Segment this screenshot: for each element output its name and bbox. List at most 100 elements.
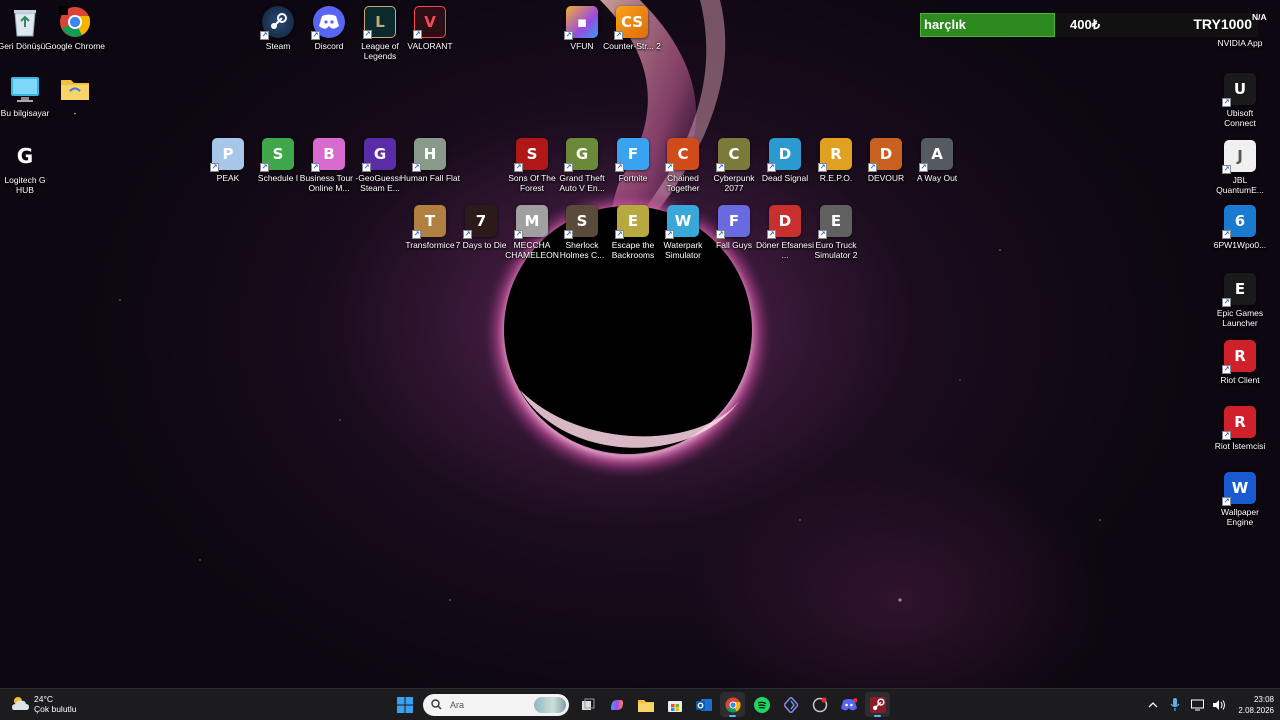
this-pc-icon [9,73,41,105]
edge-icon: 6 ↗ [1222,205,1256,239]
shortcut-arrow-icon: ↗ [311,163,320,172]
shortcut-arrow-icon: ↗ [514,163,523,172]
desktop-icon-jbl[interactable]: J ↗ JBL QuantumE... [1213,140,1267,195]
shortcut-arrow-icon: ↗ [362,163,371,172]
desktop-icon-google-chrome[interactable]: Google Chrome [45,6,105,51]
desktop-icon-geoguessr[interactable]: G ↗ GeoGuessr Steam E... [353,138,407,193]
desktop-icon-sherlock-holmes[interactable]: S ↗ Sherlock Holmes C... [555,205,609,260]
taskbar-search-box[interactable]: Ara [423,693,569,716]
desktop-icon-human-fall-flat[interactable]: H ↗ Human Fall Flat [400,138,460,183]
shortcut-arrow-icon: ↗ [514,230,523,239]
desktop-icon-repo[interactable]: R ↗ R.E.P.O. [809,138,863,183]
waterpark-simulator-icon: W ↗ [665,205,699,239]
network-button[interactable] [1190,698,1204,712]
desktop-icon-sons-of-the-forest[interactable]: S ↗ Sons Of The Forest [505,138,559,193]
desktop-icon-schedule-i[interactable]: S ↗ Schedule I [251,138,305,183]
desktop-icon-7-days-to-die[interactable]: 7 ↗ 7 Days to Die [454,205,508,250]
volume-button[interactable] [1212,698,1226,712]
show-hidden-icons-button[interactable] [1146,698,1160,712]
desktop-icon-peak[interactable]: P ↗ PEAK [201,138,255,183]
icon-label: A Way Out [916,173,958,183]
desktop-icon-euro-truck-simulator[interactable]: E ↗ Euro Truck Simulator 2 [809,205,863,260]
icon-label: Counter-Str... 2 [603,41,661,51]
copilot-button[interactable] [604,692,629,717]
desktop-icon-doner-efsanesi[interactable]: D ↗ Döner Efsanesi ... [756,205,814,260]
spotify-button[interactable] [749,692,774,717]
desktop-icon-riot-client[interactable]: R ↗ Riot İstemcisi [1213,406,1267,451]
chrome-icon [59,6,91,38]
desktop-icon-transformice[interactable]: T ↗ Transformice [403,205,457,250]
desktop-icon-fortnite[interactable]: F ↗ Fortnite [606,138,660,183]
icon-label: VALORANT [407,41,453,51]
desktop-icon-logitech-g-hub[interactable]: G Logitech G HUB [0,140,52,195]
icon-label: 6PW1Wpo0... [1213,240,1267,250]
file-explorer-icon [637,699,654,712]
desktop-icon-wallpaper-engine[interactable]: W ↗ Wallpaper Engine [1213,472,1267,527]
weather-widget[interactable]: 24°C Çok bulutlu [10,694,77,714]
store-button[interactable] [662,692,687,717]
desktop-icon-chained-together[interactable]: C ↗ Chained Together [656,138,710,193]
shortcut-arrow-icon: ↗ [564,163,573,172]
steam-icon [869,696,886,713]
outlook-button[interactable] [691,692,716,717]
desktop-icon-business-tour[interactable]: B ↗ Business Tour - Online M... [300,138,358,193]
7-days-to-die-icon: 7 ↗ [463,205,497,239]
euro-truck-simulator-icon: E ↗ [818,205,852,239]
sherlock-holmes-icon: S ↗ [564,205,598,239]
desktop-icon-steam[interactable]: ↗ Steam [251,6,305,51]
shortcut-arrow-icon: ↗ [767,230,776,239]
desktop-icon-meccha-chameleon[interactable]: M ↗ MECCHA CHAMELEON [505,205,559,260]
meccha-chameleon-icon: M ↗ [514,205,548,239]
desktop-icon-cyberpunk[interactable]: C ↗ Cyberpunk 2077 [707,138,761,193]
shortcut-arrow-icon: ↗ [665,230,674,239]
business-tour-icon: B ↗ [311,138,345,172]
shortcut-arrow-icon: ↗ [665,163,674,172]
desktop-icon-waterpark-simulator[interactable]: W ↗ Waterpark Simulator [656,205,710,260]
microphone-button[interactable] [1168,698,1182,712]
file-explorer-button[interactable] [633,692,658,717]
icon-label: Riot İstemcisi [1214,441,1266,451]
gta-v-icon: G ↗ [564,138,598,172]
chevron-up-icon [1148,702,1158,708]
desktop-icon-edge[interactable]: 6 ↗ 6PW1Wpo0... [1213,205,1267,250]
ubisoft-icon: U ↗ [1222,73,1256,107]
steam-icon: ↗ [260,6,294,40]
valorant-icon: V ↗ [413,6,446,39]
desktop-icon-escape-the-backrooms[interactable]: E ↗ Escape the Backrooms [606,205,660,260]
taskbar-apps: Ara [392,692,890,717]
goal-title: harçlık [924,17,966,32]
desktop-icon-counter-strike[interactable]: CS ↗ Counter-Str... 2 [603,6,661,51]
icon-label: - [73,108,77,118]
network-icon [1190,699,1204,711]
start-button[interactable] [392,692,417,717]
chrome-taskbar-button[interactable] [720,692,745,717]
a-way-out-icon: A ↗ [919,138,953,172]
task-view-button[interactable] [575,692,600,717]
desktop-icon-folder[interactable]: - [48,73,102,118]
desktop-icon-devour[interactable]: D ↗ DEVOUR [859,138,913,183]
proton-vpn-button[interactable] [778,692,803,717]
desktop-icon-valorant[interactable]: V ↗ VALORANT [403,6,457,51]
desktop-icon-a-way-out[interactable]: A ↗ A Way Out [910,138,964,183]
desktop-icon-dead-signal[interactable]: D ↗ Dead Signal [758,138,812,183]
desktop-icon-fall-guys[interactable]: F ↗ Fall Guys [707,205,761,250]
desktop-icon-ubisoft[interactable]: U ↗ Ubisoft Connect [1213,73,1267,128]
desktop-icon-discord[interactable]: ↗ Discord [302,6,356,51]
spotify-icon [753,696,770,713]
desktop-icon-vfun[interactable]: ▪ ↗ VFUN [555,6,609,51]
discord-taskbar-button[interactable] [836,692,861,717]
steam-taskbar-button[interactable] [865,692,890,717]
proton-vpn-icon [783,696,798,713]
fortnite-icon: F ↗ [615,138,649,172]
copilot-icon [610,699,623,710]
windows-start-icon [396,696,413,713]
desktop-icon-riot-client[interactable]: R ↗ Riot Client [1213,340,1267,385]
microphone-icon [1170,698,1180,711]
dead-signal-icon: D ↗ [767,138,801,172]
desktop-icon-epic-games[interactable]: E ↗ Epic Games Launcher [1213,273,1267,328]
desktop-icon-gta-v[interactable]: G ↗ Grand Theft Auto V En... [555,138,609,193]
desktop-icon-league-of-legends[interactable]: L ↗ League of Legends [353,6,407,61]
app-taskbar-button[interactable] [807,692,832,717]
clock[interactable]: 23:08 2.08.2026 [1238,694,1274,716]
icon-label: Euro Truck Simulator 2 [814,240,858,260]
